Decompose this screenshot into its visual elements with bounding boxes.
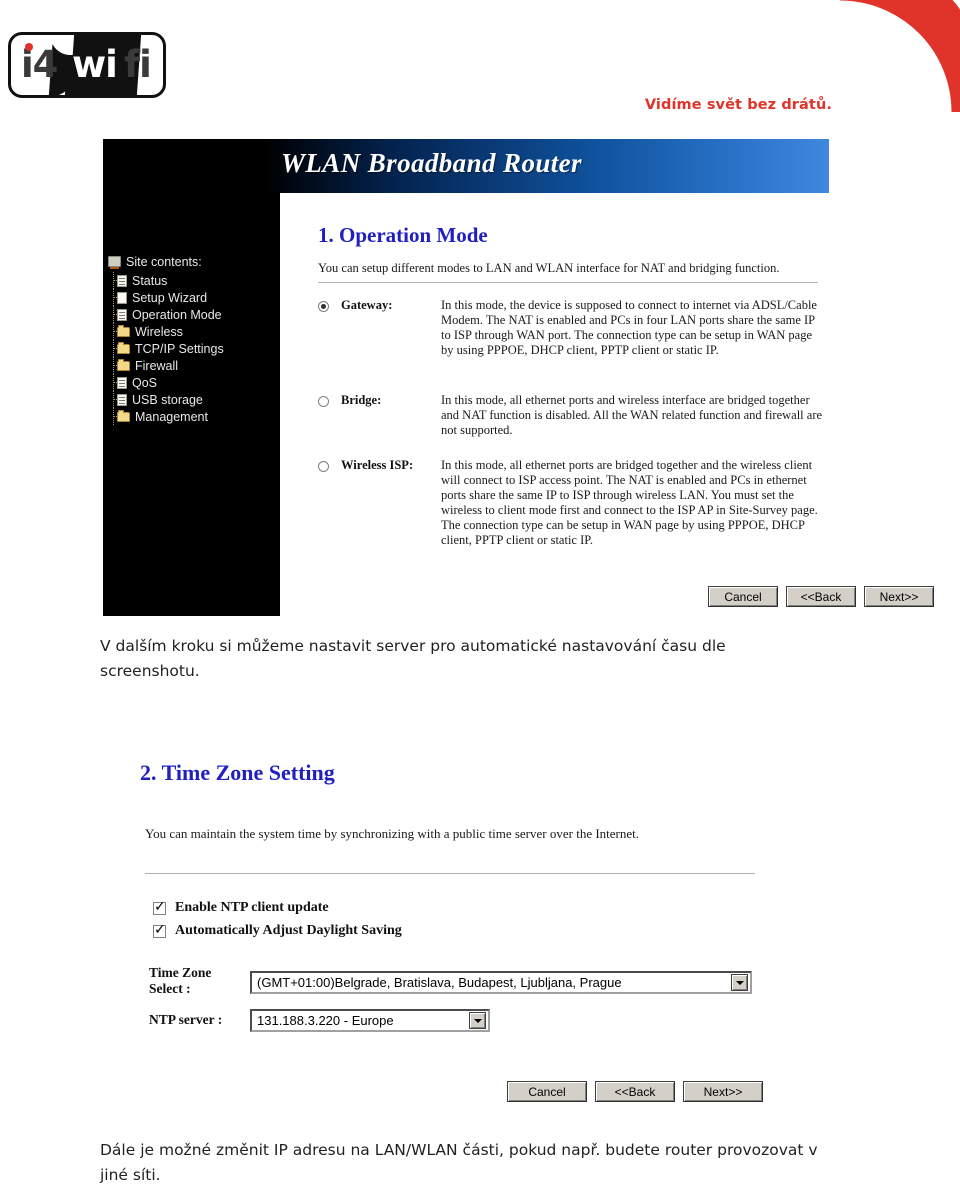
document-icon — [117, 376, 127, 389]
sidebar-item-label: TCP/IP Settings — [135, 341, 224, 356]
sidebar-item-status[interactable]: Status — [103, 272, 280, 289]
body-paragraph-2: Dále je možné změnit IP adresu na LAN/WL… — [100, 1141, 818, 1184]
wizard-button-row: Cancel <<Back Next>> — [708, 586, 934, 607]
timezone-label-line2: Select : — [149, 981, 191, 996]
folder-icon — [117, 409, 130, 422]
brand-header: i4 wi fi Vidíme svět bez drátů. — [0, 0, 960, 130]
radio-wireless-isp[interactable] — [318, 461, 329, 472]
ntp-enable-row[interactable]: Enable NTP client update — [153, 899, 329, 916]
logo-text-i4: i4 — [21, 43, 58, 86]
sidebar-item-label: Status — [132, 273, 168, 288]
ntp-server-select[interactable]: 131.188.3.220 - Europe — [250, 1009, 490, 1032]
router-sidebar: Site contents: Status Setup Wizard Opera… — [103, 193, 280, 616]
sidebar-item-label: Setup Wizard — [132, 290, 208, 305]
ntp-selected-value: 131.188.3.220 - Europe — [257, 1013, 394, 1028]
sidebar-item-firewall[interactable]: Firewall — [103, 357, 280, 374]
chevron-down-icon[interactable] — [469, 1012, 486, 1029]
document-icon — [117, 308, 127, 321]
checkbox-label: Automatically Adjust Daylight Saving — [175, 923, 402, 938]
folder-icon — [117, 358, 130, 371]
sidebar-item-setup-wizard[interactable]: Setup Wizard — [103, 289, 280, 306]
sidebar-item-label: Wireless — [135, 324, 183, 339]
sidebar-item-qos[interactable]: QoS — [103, 374, 280, 391]
router-screenshot-time-zone: 2. Time Zone Setting You can maintain th… — [140, 760, 830, 1110]
sidebar-item-operation-mode[interactable]: Operation Mode — [103, 306, 280, 323]
checkbox-label: Enable NTP client update — [175, 900, 329, 915]
document-icon — [117, 274, 127, 287]
mode-option-bridge[interactable]: Bridge: In this mode, all ethernet ports… — [318, 393, 826, 438]
mode-label: Wireless ISP: — [341, 458, 414, 472]
router-content-panel: 1. Operation Mode You can setup differen… — [280, 193, 934, 616]
sidebar-item-label: QoS — [132, 375, 158, 390]
page-title: 2. Time Zone Setting — [140, 760, 335, 785]
sidebar-tree: Site contents: Status Setup Wizard Opera… — [103, 253, 280, 425]
checkbox-daylight-saving[interactable] — [153, 922, 166, 938]
mode-description: In this mode, the device is supposed to … — [441, 298, 817, 357]
folder-icon — [117, 341, 130, 354]
radio-bridge[interactable] — [318, 396, 329, 407]
next-button[interactable]: Next>> — [864, 586, 934, 607]
i4wifi-logo: i4 wi fi — [8, 32, 166, 98]
logo-red-dot-icon — [25, 43, 33, 51]
mode-label: Gateway: — [341, 298, 393, 312]
divider — [318, 282, 818, 283]
timezone-selected-value: (GMT+01:00)Belgrade, Bratislava, Budapes… — [257, 975, 622, 990]
radio-gateway[interactable] — [318, 301, 329, 312]
timezone-label-line1: Time Zone — [149, 965, 212, 980]
wizard-button-row: Cancel <<Back Next>> — [507, 1081, 763, 1102]
router-screenshot-operation-mode: WLAN Broadband Router Site contents: Sta… — [103, 139, 934, 616]
document-icon — [117, 393, 127, 406]
mode-option-wireless-isp[interactable]: Wireless ISP: In this mode, all ethernet… — [318, 458, 826, 548]
checkbox-enable-ntp[interactable] — [153, 899, 166, 915]
body-paragraph-1: V dalším kroku si můžeme nastavit server… — [100, 637, 726, 680]
brand-tagline: Vidíme svět bez drátů. — [644, 97, 832, 113]
timezone-label: Time Zone Select : — [149, 965, 211, 997]
logo-text-wi: wi — [72, 43, 118, 86]
mode-label: Bridge: — [341, 393, 382, 407]
next-button[interactable]: Next>> — [683, 1081, 763, 1102]
page-title: 1. Operation Mode — [318, 223, 488, 247]
page-description: You can setup different modes to LAN and… — [318, 261, 780, 275]
back-button[interactable]: <<Back — [786, 586, 856, 607]
computer-icon — [108, 256, 121, 269]
chevron-down-icon[interactable] — [731, 974, 748, 991]
timezone-select[interactable]: (GMT+01:00)Belgrade, Bratislava, Budapes… — [250, 971, 752, 994]
logo-text-fi: fi — [124, 43, 152, 86]
wifi-arcs-icon — [839, 0, 960, 112]
page-description: You can maintain the system time by sync… — [145, 826, 640, 841]
sidebar-item-usb-storage[interactable]: USB storage — [103, 391, 280, 408]
ntp-server-label: NTP server : — [149, 1012, 223, 1027]
router-title: WLAN Broadband Router — [281, 148, 582, 178]
daylight-saving-row[interactable]: Automatically Adjust Daylight Saving — [153, 922, 402, 939]
sidebar-item-management[interactable]: Management — [103, 408, 280, 425]
folder-icon — [117, 324, 130, 337]
sidebar-item-label: Management — [135, 409, 208, 424]
divider — [145, 873, 755, 874]
mode-description: In this mode, all ethernet ports and wir… — [441, 393, 823, 437]
sidebar-item-label: USB storage — [132, 392, 203, 407]
sidebar-item-tcpip-settings[interactable]: TCP/IP Settings — [103, 340, 280, 357]
mode-option-gateway[interactable]: Gateway: In this mode, the device is sup… — [318, 298, 826, 358]
cancel-button[interactable]: Cancel — [708, 586, 778, 607]
back-button[interactable]: <<Back — [595, 1081, 675, 1102]
sidebar-item-label: Firewall — [135, 358, 179, 373]
sidebar-tree-root: Site contents: — [103, 253, 280, 272]
sidebar-corner-nub — [103, 227, 280, 253]
document-icon — [117, 291, 127, 304]
sidebar-item-label: Operation Mode — [132, 307, 222, 322]
mode-description: In this mode, all ethernet ports are bri… — [441, 458, 818, 547]
sidebar-root-label: Site contents: — [126, 254, 202, 269]
router-titlebar: WLAN Broadband Router — [103, 139, 829, 193]
cancel-button[interactable]: Cancel — [507, 1081, 587, 1102]
sidebar-item-wireless[interactable]: Wireless — [103, 323, 280, 340]
